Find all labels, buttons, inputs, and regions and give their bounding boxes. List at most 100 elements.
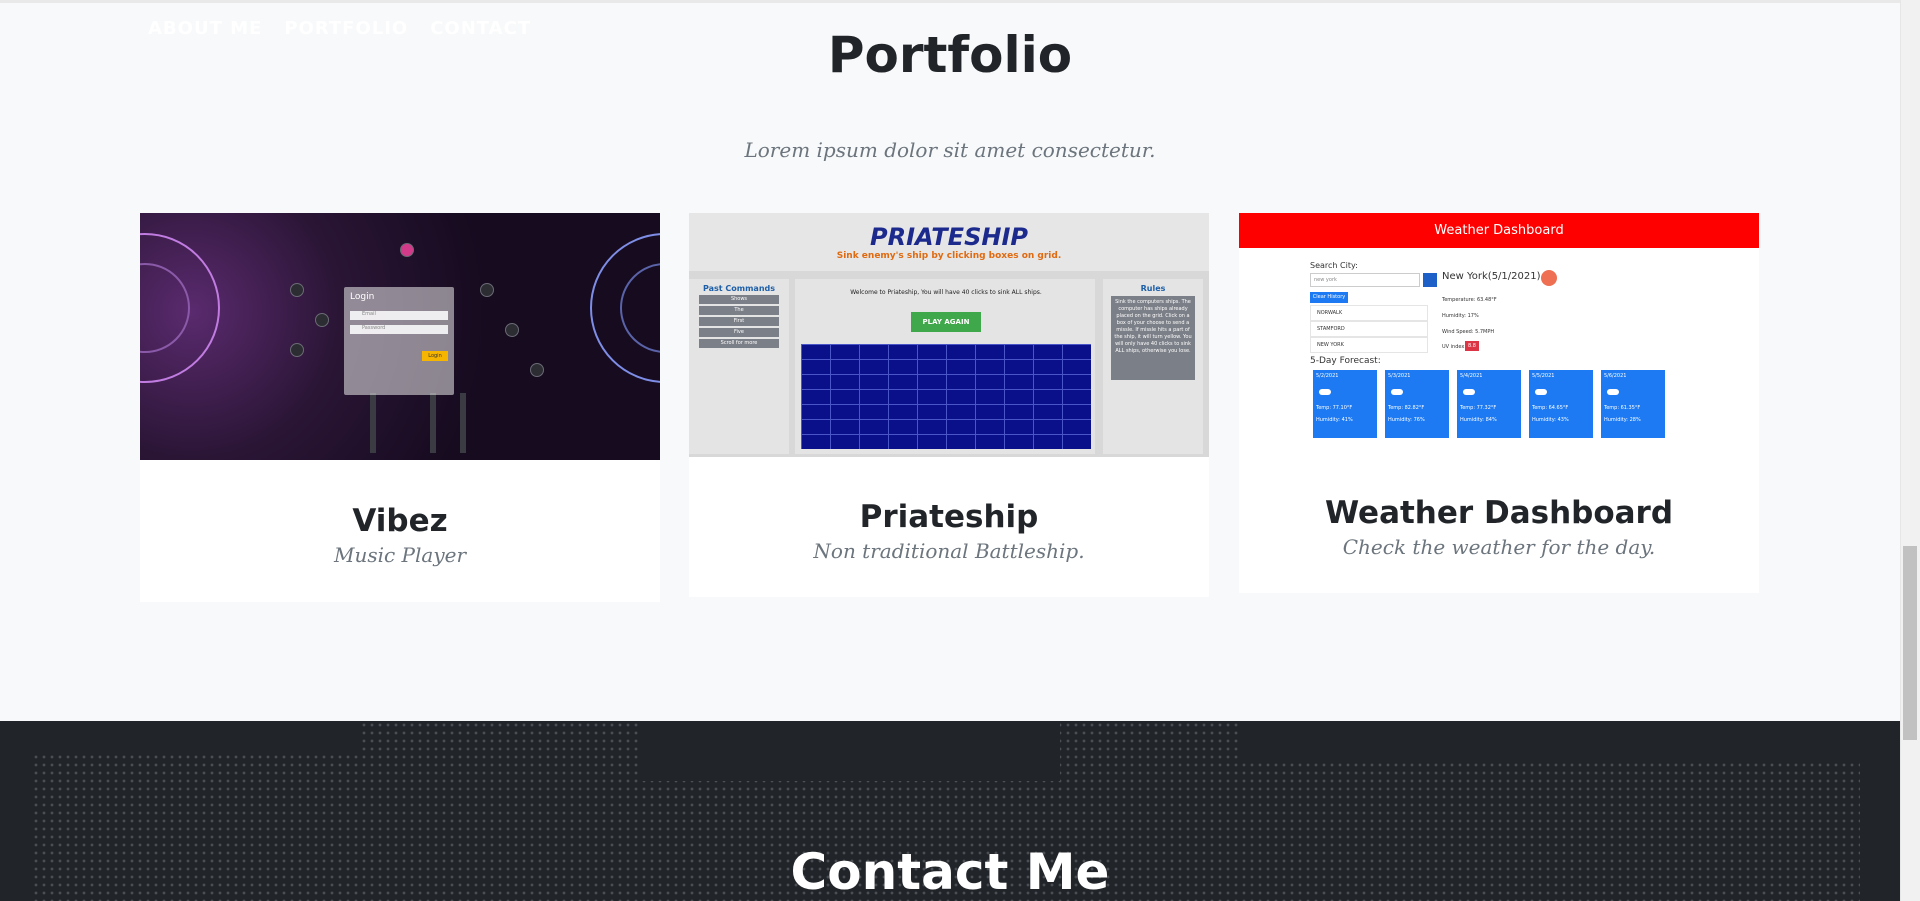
password-field: Password <box>350 325 448 334</box>
fader-icon <box>460 393 466 453</box>
priateship-heading: PRIATESHIP <box>870 223 1028 251</box>
priateship-tagline: Sink enemy's ship by clicking boxes on g… <box>836 251 1062 261</box>
humidity: Humidity: 17% <box>1442 313 1479 319</box>
forecast-temp: Temp: 82.82°F <box>1388 405 1425 411</box>
city-search-input: new york <box>1310 273 1420 287</box>
wind-speed: Wind Speed: 5.7MPH <box>1442 329 1495 335</box>
rules-panel: Rules Sink the computers ships. The comp… <box>1103 279 1203 454</box>
command-item: First <box>699 317 779 326</box>
priateship-header: PRIATESHIP Sink enemy's ship by clicking… <box>689 213 1209 271</box>
vibez-screenshot: Login Email Password Login <box>140 213 660 460</box>
uv-badge: 8.8 <box>1465 341 1479 351</box>
past-commands-title: Past Commands <box>702 284 776 293</box>
page-scrollbar[interactable] <box>1900 0 1920 901</box>
card-title: Weather Dashboard <box>1324 495 1674 531</box>
knob-icon <box>530 363 544 377</box>
clear-history-button: Clear History <box>1310 292 1348 303</box>
card-subtitle: Non traditional Battleship. <box>813 539 1085 563</box>
fader-icon <box>370 393 376 453</box>
city-title: New York(5/1/2021) <box>1442 271 1541 282</box>
fader-icon <box>430 393 436 453</box>
vibez-thumbnail[interactable]: Login Email Password Login <box>140 213 660 460</box>
command-item: The <box>699 306 779 315</box>
map-mask <box>1240 721 1900 761</box>
command-item: Shows <box>699 295 779 304</box>
weather-header: Weather Dashboard <box>1239 213 1759 248</box>
rules-title: Rules <box>1140 284 1166 293</box>
forecast-humidity: Humidity: 84% <box>1460 417 1497 423</box>
knob-icon <box>505 323 519 337</box>
portfolio-card-weather-dashboard[interactable]: Weather Dashboard Search City: new york … <box>1239 213 1759 593</box>
forecast-day: 5/2/2021 Temp: 77.10°F Humidity: 41% <box>1313 370 1377 438</box>
uv-label: UV index: <box>1442 344 1467 350</box>
portfolio-subheading: Lorem ipsum dolor sit amet consectetur. <box>744 138 1156 162</box>
login-button: Login <box>422 351 448 361</box>
knob-icon <box>480 283 494 297</box>
search-label: Search City: <box>1310 261 1358 270</box>
priateship-thumbnail[interactable]: PRIATESHIP Sink enemy's ship by clicking… <box>689 213 1209 457</box>
history-item: STAMFORD <box>1310 321 1428 337</box>
command-item: Five <box>699 328 779 337</box>
forecast-day: 5/6/2021 Temp: 61.35°F Humidity: 28% <box>1601 370 1665 438</box>
forecast-humidity: Humidity: 76% <box>1388 417 1425 423</box>
card-subtitle: Check the weather for the day. <box>1342 535 1656 559</box>
temperature: Temperature: 63.48°F <box>1442 297 1497 303</box>
scrollbar-thumb[interactable] <box>1903 546 1917 740</box>
forecast-day: 5/4/2021 Temp: 77.32°F Humidity: 84% <box>1457 370 1521 438</box>
forecast-humidity: Humidity: 41% <box>1316 417 1353 423</box>
email-field: Email <box>350 311 448 320</box>
forecast-temp: Temp: 64.65°F <box>1532 405 1569 411</box>
top-border <box>0 0 1900 3</box>
card-caption: Weather Dashboard Check the weather for … <box>1239 459 1759 593</box>
priateship-screenshot: PRIATESHIP Sink enemy's ship by clicking… <box>689 213 1209 457</box>
knob-icon <box>290 343 304 357</box>
weather-thumbnail[interactable]: Weather Dashboard Search City: new york … <box>1239 213 1759 453</box>
forecast-temp: Temp: 77.32°F <box>1460 405 1497 411</box>
forecast-date: 5/5/2021 <box>1532 373 1555 379</box>
card-caption: Priateship Non traditional Battleship. <box>689 463 1209 597</box>
welcome-message: Welcome to Priateship, You will have 40 … <box>850 289 1042 296</box>
cloud-icon <box>1463 389 1475 395</box>
card-subtitle: Music Player <box>333 543 467 567</box>
forecast-temp: Temp: 77.10°F <box>1316 405 1353 411</box>
card-title: Vibez <box>352 503 448 539</box>
past-commands-panel: Past Commands Shows The First Five Scrol… <box>689 279 789 454</box>
forecast-humidity: Humidity: 28% <box>1604 417 1641 423</box>
portfolio-card-priateship[interactable]: PRIATESHIP Sink enemy's ship by clicking… <box>689 213 1209 597</box>
cloud-icon <box>1607 389 1619 395</box>
map-mask <box>0 721 360 751</box>
cloud-icon <box>1535 389 1547 395</box>
forecast-date: 5/2/2021 <box>1316 373 1339 379</box>
sun-icon <box>1541 270 1557 286</box>
card-title: Priateship <box>859 499 1039 535</box>
knob-icon <box>315 313 329 327</box>
forecast-day: 5/3/2021 Temp: 82.82°F Humidity: 76% <box>1385 370 1449 438</box>
play-again-button: PLAY AGAIN <box>911 312 981 332</box>
command-item: Scroll for more <box>699 339 779 348</box>
cloud-icon <box>1319 389 1331 395</box>
battleship-grid <box>801 344 1091 449</box>
login-overlay: Login Email Password Login <box>344 287 454 395</box>
rules-text: Sink the computers ships. The computer h… <box>1111 296 1195 380</box>
history-item: NEW YORK <box>1310 337 1428 353</box>
forecast-humidity: Humidity: 43% <box>1532 417 1569 423</box>
cloud-icon <box>1391 389 1403 395</box>
forecast-temp: Temp: 61.35°F <box>1604 405 1641 411</box>
forecast-date: 5/4/2021 <box>1460 373 1483 379</box>
forecast-title: 5-Day Forecast: <box>1310 356 1381 366</box>
card-caption: Vibez Music Player <box>140 467 660 602</box>
history-item: NORWALK <box>1310 305 1428 321</box>
portfolio-card-vibez[interactable]: Login Email Password Login Vibez Music P… <box>140 213 660 602</box>
contact-section: Contact Me <box>0 721 1900 901</box>
map-mask <box>640 721 1060 781</box>
knob-icon <box>400 243 414 257</box>
weather-screenshot: Weather Dashboard Search City: new york … <box>1239 213 1759 453</box>
knob-icon <box>290 283 304 297</box>
search-icon <box>1423 273 1437 287</box>
forecast-date: 5/3/2021 <box>1388 373 1411 379</box>
login-title: Login <box>350 292 375 302</box>
forecast-day: 5/5/2021 Temp: 64.65°F Humidity: 43% <box>1529 370 1593 438</box>
contact-heading: Contact Me <box>790 843 1110 901</box>
portfolio-heading: Portfolio <box>827 26 1073 84</box>
forecast-date: 5/6/2021 <box>1604 373 1627 379</box>
